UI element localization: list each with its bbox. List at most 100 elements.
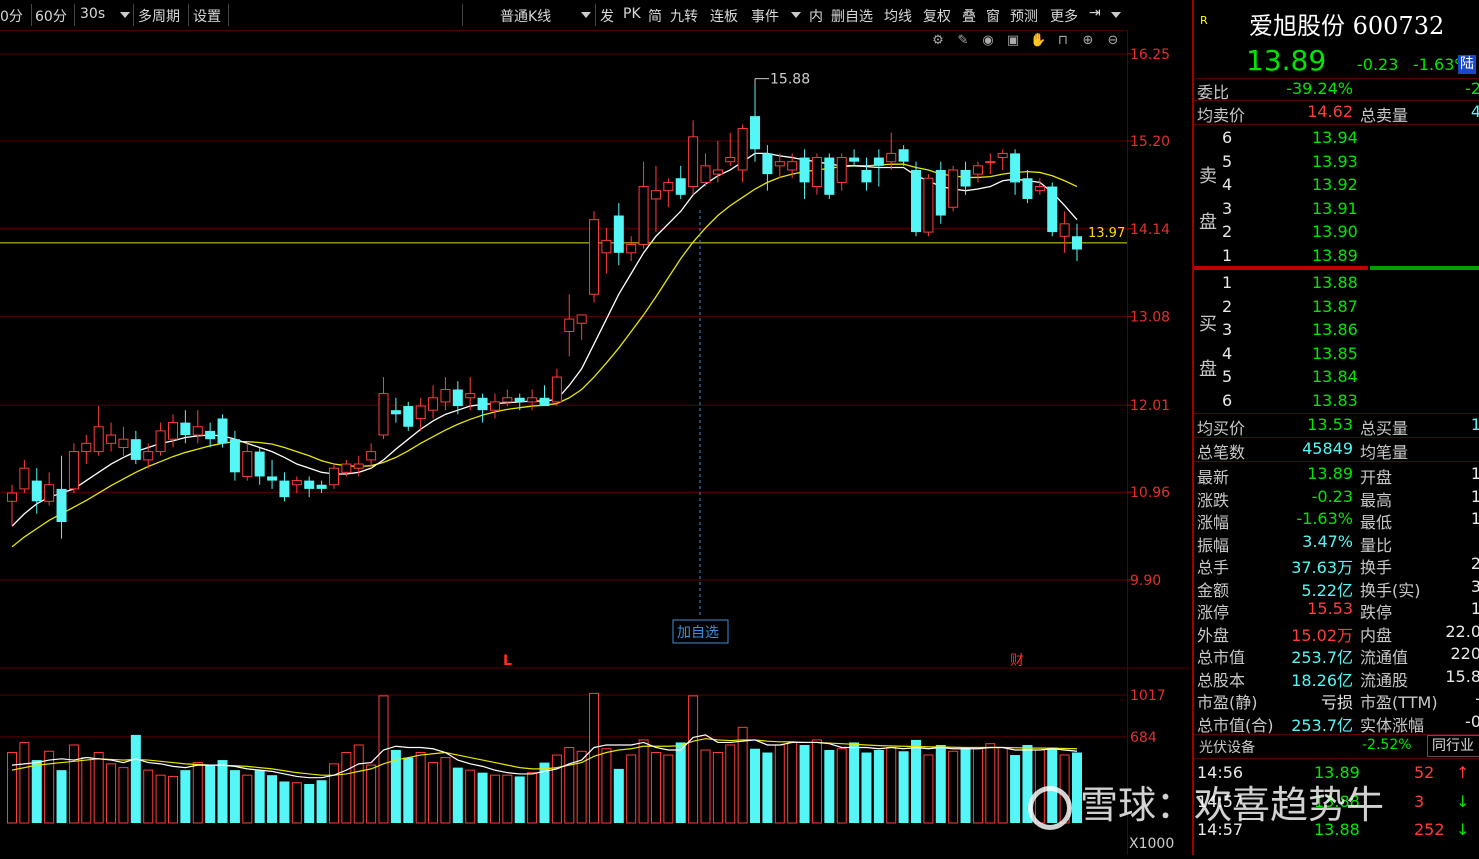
period-0min-tab[interactable]: 0分 xyxy=(0,6,23,26)
volume-bar xyxy=(254,770,265,823)
volume-bar xyxy=(626,754,637,824)
divider xyxy=(462,4,463,26)
chevron-down-icon[interactable] xyxy=(1111,12,1121,18)
volume-bar xyxy=(527,772,538,824)
toolbar-adjust-button[interactable]: 复权 xyxy=(923,6,951,26)
industry-name[interactable]: 光伏设备 xyxy=(1199,737,1255,757)
kline-chart-svg[interactable]: 16.25 15.20 14.14 13.08 12.01 10.96 9.90 1017 68… xyxy=(0,29,1190,855)
weibi-value: -39.24% xyxy=(1286,79,1353,98)
toolbar-events-button[interactable]: 事件 xyxy=(751,6,779,26)
volume-bar xyxy=(601,748,612,824)
ask-level: 5 xyxy=(1222,151,1233,171)
candle-body xyxy=(886,152,897,163)
toolbar-remove-watch-button[interactable]: 删自选 xyxy=(831,6,873,26)
toolbar-pk-button[interactable]: PK xyxy=(623,6,641,22)
volume-bar xyxy=(7,752,17,824)
settings-button[interactable]: 设置 xyxy=(193,6,221,26)
toolbar-jiuzhuan-button[interactable]: 九转 xyxy=(670,6,698,26)
bid-level: 3 xyxy=(1222,320,1233,339)
ask-level: 3 xyxy=(1222,198,1233,218)
volume-bar xyxy=(750,748,761,823)
stat-label: 最低 xyxy=(1360,513,1393,532)
volume-bar xyxy=(997,746,1008,824)
price-tick-label: 13.08 xyxy=(1130,310,1170,326)
stat-label: 最高 xyxy=(1360,490,1393,510)
kline-type-select[interactable]: 普通K线 xyxy=(500,6,551,26)
volume-bar xyxy=(242,774,253,824)
stat-label: 量比 xyxy=(1360,535,1393,555)
volume-bar xyxy=(316,780,327,823)
candle-body xyxy=(960,169,971,187)
period-30s-select[interactable]: 30s xyxy=(80,6,105,22)
price-tick-label: 16.25 xyxy=(1130,47,1170,63)
toolbar-window-button[interactable]: 窗 xyxy=(986,6,1000,26)
stat-value: 亏损 xyxy=(1320,693,1353,712)
chevron-down-icon[interactable] xyxy=(120,12,130,18)
collapse-icon[interactable]: ⇥ xyxy=(1089,5,1101,21)
candle-body xyxy=(923,177,934,233)
toolbar-nei-button[interactable]: 内 xyxy=(809,6,823,26)
toolbar-overlay-button[interactable]: 叠 xyxy=(962,6,976,26)
volume-bar xyxy=(873,750,884,823)
divider xyxy=(228,4,229,26)
candle-body xyxy=(452,389,463,407)
stat-row: 金额 5.22亿 换手(实) 3 xyxy=(1194,577,1479,600)
stat-label: 跌停 xyxy=(1360,603,1393,622)
price-tick-label: 10.96 xyxy=(1130,485,1170,501)
price-tick-label: 12.01 xyxy=(1130,398,1170,414)
volume-bars xyxy=(7,692,1082,824)
bid-level: 6 xyxy=(1222,390,1233,410)
stat-label: 开盘 xyxy=(1360,468,1393,487)
divider xyxy=(595,4,596,26)
candle-body xyxy=(378,393,389,436)
candle-body xyxy=(267,476,278,481)
multi-period-button[interactable]: 多周期 xyxy=(138,6,180,26)
chevron-down-icon[interactable] xyxy=(581,12,591,18)
stat-row: 总市值(合) 253.7亿 实体涨幅 -0 xyxy=(1194,712,1479,735)
divider xyxy=(1194,461,1479,462)
watermark-text: 雪球：欢喜趋势牛 xyxy=(1080,783,1385,827)
period-60min-tab[interactable]: 60分 xyxy=(35,6,67,26)
candle-body xyxy=(601,239,612,254)
toolbar-fa-button[interactable]: 发 xyxy=(600,6,614,26)
volume-bar xyxy=(403,757,414,823)
divider xyxy=(31,4,32,26)
volume-bar xyxy=(836,748,847,824)
same-industry-button[interactable]: 同行业 xyxy=(1427,735,1479,757)
candle-body xyxy=(155,430,166,453)
candle-body xyxy=(19,467,30,490)
volume-bar xyxy=(663,754,674,824)
stat-value: 2 xyxy=(1470,554,1479,573)
toolbar-forecast-button[interactable]: 预测 xyxy=(1010,6,1038,26)
add-watchlist-button[interactable]: 加自选 xyxy=(677,625,719,641)
candle-body xyxy=(7,492,17,502)
toolbar: 0分 60分 30s 多周期 设置 普通K线 发 PK 简 九转 连板 事件 内… xyxy=(0,0,1127,31)
volume-bar xyxy=(551,754,562,824)
volume-bar xyxy=(167,775,178,824)
total-trades-value: 45849 xyxy=(1302,439,1353,458)
stat-row: 振幅 3.47% 量比 xyxy=(1194,532,1479,555)
event-marker-l: L xyxy=(503,653,512,669)
toolbar-ma-button[interactable]: 均线 xyxy=(884,6,912,26)
snowball-logo-icon xyxy=(1028,785,1072,830)
volume-bar xyxy=(1010,755,1021,823)
candle-body xyxy=(143,451,154,461)
volume-bar xyxy=(960,747,971,823)
chevron-down-icon[interactable] xyxy=(791,12,801,18)
kline-chart-area[interactable]: 16.25 15.20 14.14 13.08 12.01 10.96 9.90 1017 68… xyxy=(0,29,1190,855)
high-price-label: 15.88 xyxy=(770,72,810,88)
stat-value: 1 xyxy=(1470,599,1479,618)
ask-price: 13.89 xyxy=(1312,245,1358,265)
toolbar-lianban-button[interactable]: 连板 xyxy=(710,6,738,26)
quote-panel: R 爱旭股份 600732 13.89 -0.23 -1.63% 陆 委比 -3… xyxy=(1192,0,1479,855)
toolbar-jian-button[interactable]: 简 xyxy=(648,6,662,26)
candle-body xyxy=(328,467,339,486)
candle-body xyxy=(675,178,686,195)
divider xyxy=(133,4,134,26)
ask-level: 1 xyxy=(1222,245,1233,265)
volume-bar xyxy=(267,775,278,823)
volume-bar xyxy=(861,752,872,823)
candle-body xyxy=(44,484,55,502)
candle-body xyxy=(873,157,884,166)
toolbar-more-button[interactable]: 更多 xyxy=(1050,6,1078,26)
